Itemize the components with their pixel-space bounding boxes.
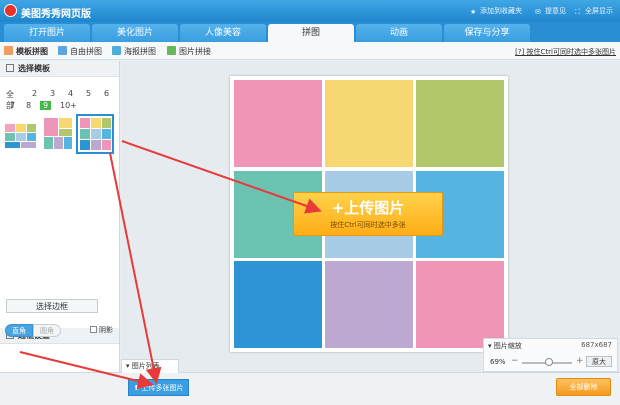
puzzle-cell[interactable] (325, 261, 413, 348)
free-icon (58, 46, 67, 55)
subtab-template[interactable]: 模板拼图 (4, 46, 48, 57)
straight-corner-toggle[interactable]: 直角 (5, 324, 33, 337)
template-thumb-3-selected[interactable] (76, 114, 114, 154)
count-2[interactable]: 2 (32, 89, 37, 98)
count-7[interactable]: 7 (10, 101, 15, 110)
count-10-plus[interactable]: 10+ (60, 101, 77, 110)
subtab-poster[interactable]: 海报拼图 (112, 46, 156, 57)
template-header-icon (6, 64, 14, 72)
delete-all-button[interactable]: 全部删除 (556, 378, 611, 396)
subtab-stitch[interactable]: 图片拼接 (167, 46, 211, 57)
tab-save-share[interactable]: 保存与分享 (444, 24, 530, 42)
sub-toolbar: 模板拼图 自由拼图 海报拼图 图片拼接 [?] 按住Ctrl可同时选中多张图片 (0, 42, 620, 60)
upload-multiple-button[interactable]: ⬆ 上传多张图片 (128, 379, 189, 396)
title-bar: 美图秀秀网页版 ★ 添加到收藏夹 ✉ 提意见 ⛶ 全屏显示 (0, 0, 620, 22)
count-6[interactable]: 6 (104, 89, 109, 98)
bottom-bar (0, 372, 620, 405)
app-title: 美图秀秀网页版 (21, 9, 91, 20)
count-8[interactable]: 8 (26, 101, 31, 110)
original-size-button[interactable]: 原大 (586, 356, 612, 367)
count-4[interactable]: 4 (68, 89, 73, 98)
round-corner-toggle[interactable]: 圆角 (33, 324, 61, 337)
feedback-link[interactable]: ✉ 提意见 (535, 6, 566, 16)
tab-open-image[interactable]: 打开图片 (4, 24, 90, 42)
upload-arrow-icon: ⬆ (133, 384, 140, 392)
hint-link[interactable]: [?] 按住Ctrl可同时选中多张图片 (515, 47, 616, 57)
choose-edge-button[interactable]: 选择边框 (6, 299, 98, 313)
zoom-panel: ▾ 图片缩放 687x687 69% − + 原大 (483, 338, 618, 372)
fullscreen-link[interactable]: ⛶ 全屏显示 (575, 6, 613, 16)
upload-image-button[interactable]: +上传图片 按住Ctrl可同时选中多张 (293, 192, 443, 236)
puzzle-cell[interactable] (234, 261, 322, 348)
image-list-tab[interactable]: ▾ 图片列表 (121, 359, 179, 373)
fullscreen-icon: ⛶ (575, 8, 580, 16)
app-logo-icon (4, 4, 17, 17)
puzzle-cell[interactable] (416, 261, 504, 348)
zoom-plus-icon[interactable]: + (576, 356, 584, 366)
shadow-checkbox[interactable]: 阴影 (90, 325, 113, 335)
puzzle-cell[interactable] (234, 80, 322, 167)
template-thumb-1[interactable] (3, 116, 37, 152)
puzzle-cell[interactable] (325, 80, 413, 167)
count-3[interactable]: 3 (50, 89, 55, 98)
puzzle-cell[interactable] (416, 80, 504, 167)
zoom-title: ▾ 图片缩放 (488, 342, 522, 350)
tab-portrait[interactable]: 人像美容 (180, 24, 266, 42)
count-9-selected[interactable]: 9 (40, 101, 52, 110)
zoom-slider[interactable] (522, 358, 572, 366)
zoom-minus-icon[interactable]: − (511, 356, 519, 366)
tab-beautify[interactable]: 美化图片 (92, 24, 178, 42)
count-5[interactable]: 5 (86, 89, 91, 98)
tab-collage[interactable]: 拼图 (268, 24, 354, 42)
left-panel: 选择模板 全部 2 3 4 5 6 7 8 9 10+ 边框设置 选择边框 直角… (0, 61, 120, 372)
checkbox-icon (90, 326, 97, 333)
template-thumb-2[interactable] (41, 116, 75, 152)
stitch-icon (167, 46, 176, 55)
template-icon (4, 46, 13, 55)
zoom-slider-knob[interactable] (544, 358, 553, 366)
poster-icon (112, 46, 121, 55)
upload-sub-label: 按住Ctrl可同时选中多张 (330, 221, 406, 229)
mail-icon: ✉ (535, 8, 541, 16)
template-header: 选择模板 (0, 61, 119, 77)
tab-animation[interactable]: 动画 (356, 24, 442, 42)
upload-main-label: +上传图片 (331, 199, 405, 217)
subtab-free[interactable]: 自由拼图 (58, 46, 102, 57)
zoom-size: 687x687 (581, 341, 612, 349)
main-tabs: 打开图片 美化图片 人像美容 拼图 动画 保存与分享 (0, 22, 620, 42)
zoom-percent: 69% (490, 358, 506, 366)
star-icon: ★ (470, 8, 477, 16)
bookmark-link[interactable]: ★ 添加到收藏夹 (470, 6, 522, 16)
